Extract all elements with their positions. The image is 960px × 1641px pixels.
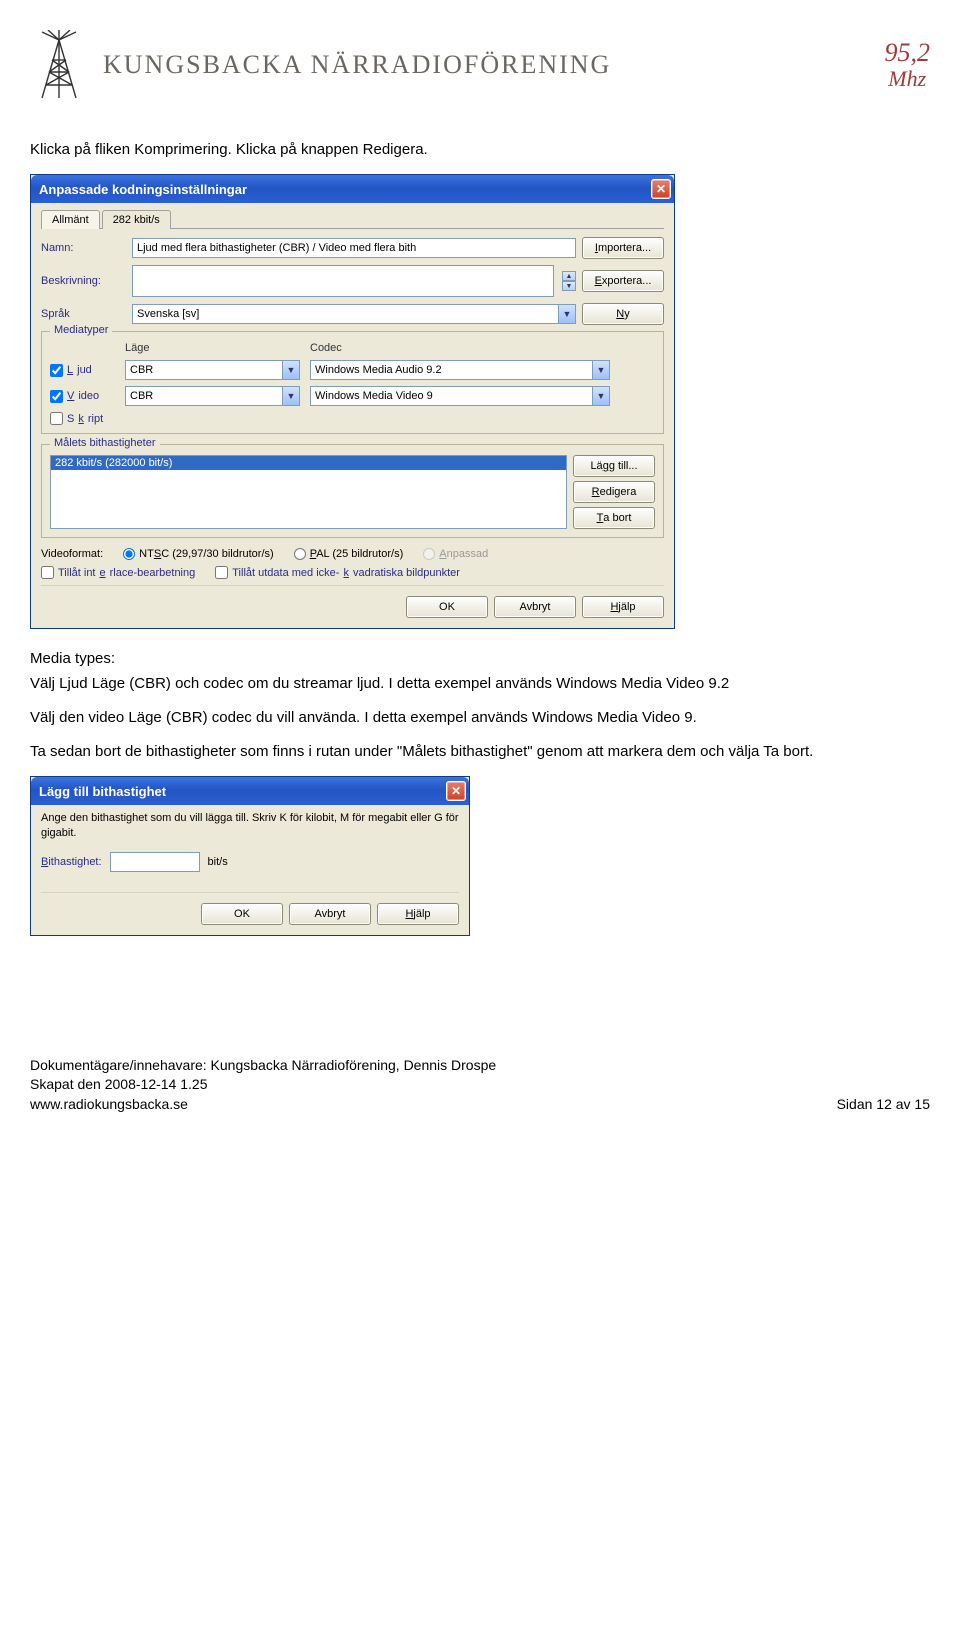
titlebar: Anpassade kodningsinställningar ✕ <box>31 175 674 203</box>
frequency: 95,2 Mhz <box>885 39 931 92</box>
cancel-button[interactable]: Avbryt <box>289 903 371 925</box>
audio-codec-select[interactable]: Windows Media Audio 9.2▼ <box>310 360 610 380</box>
body-text-remove: Ta sedan bort de bithastigheter som finn… <box>30 742 930 762</box>
body-text-video: Välj den video Läge (CBR) codec du vill … <box>30 708 930 728</box>
chevron-down-icon: ▼ <box>592 361 609 379</box>
bitrate-input[interactable] <box>110 852 200 872</box>
video-check[interactable]: Video <box>50 390 115 403</box>
language-select[interactable]: Svenska [sv] ▼ <box>132 304 576 324</box>
interlace-check[interactable]: Tillåt interlace-bearbetning <box>41 566 195 579</box>
help-button[interactable]: Hjälp <box>377 903 459 925</box>
script-check[interactable]: Skript <box>50 412 115 425</box>
cancel-button[interactable]: Avbryt <box>494 596 576 618</box>
tower-logo <box>30 30 88 100</box>
desc-scroll-icon[interactable]: ▲▼ <box>562 271 576 291</box>
lang-label: Språk <box>41 308 126 320</box>
mediatypes-fieldset: Mediatyper Läge Codec Ljud CBR▼ Windows … <box>41 331 664 434</box>
footer-page: Sidan 12 av 15 <box>837 1095 930 1115</box>
ok-button[interactable]: OK <box>201 903 283 925</box>
description-input[interactable] <box>132 265 554 297</box>
dialog-intro: Ange den bithastighet som du vill lägga … <box>41 811 459 840</box>
encoding-settings-dialog: Anpassade kodningsinställningar ✕ Allmän… <box>30 174 675 629</box>
bitrate-legend: Målets bithastigheter <box>50 437 160 449</box>
bitrate-label: Bithastighet: <box>41 856 102 868</box>
videoformat-label: Videoformat: <box>41 548 103 560</box>
intro-text-1: Klicka på fliken Komprimering. Klicka på… <box>30 140 930 160</box>
frequency-value: 95,2 <box>885 38 931 67</box>
bitrate-item[interactable]: 282 kbit/s (282000 bit/s) <box>51 456 566 470</box>
radio-pal[interactable]: PAL (25 bildrutor/s) <box>294 548 404 560</box>
audio-mode-select[interactable]: CBR▼ <box>125 360 300 380</box>
bitrate-listbox[interactable]: 282 kbit/s (282000 bit/s) <box>50 455 567 529</box>
chevron-down-icon: ▼ <box>282 361 299 379</box>
name-label: Namn: <box>41 242 126 254</box>
language-value: Svenska [sv] <box>137 308 199 320</box>
footer-created: Skapat den 2008-12-14 1.25 <box>30 1075 496 1095</box>
frequency-unit: Mhz <box>885 67 931 91</box>
bitrate-remove-button[interactable]: Ta bort <box>573 507 655 529</box>
tab-strip: Allmänt 282 kbit/s <box>41 209 664 229</box>
page-footer: Dokumentägare/innehavare: Kungsbacka När… <box>30 1056 930 1115</box>
export-button[interactable]: Exportera... <box>582 270 664 292</box>
bitrate-fieldset: Målets bithastigheter 282 kbit/s (282000… <box>41 444 664 538</box>
radio-ntsc[interactable]: NTSC (29,97/30 bildrutor/s) <box>123 548 274 560</box>
radio-custom: Anpassad <box>423 548 488 560</box>
add-bitrate-dialog: Lägg till bithastighet ✕ Ange den bithas… <box>30 776 470 936</box>
tab-bitrate[interactable]: 282 kbit/s <box>102 210 171 229</box>
video-mode-select[interactable]: CBR▼ <box>125 386 300 406</box>
video-codec-select[interactable]: Windows Media Video 9▼ <box>310 386 610 406</box>
chevron-down-icon: ▼ <box>282 387 299 405</box>
titlebar: Lägg till bithastighet ✕ <box>31 777 469 805</box>
col-codec: Codec <box>310 342 610 354</box>
import-button[interactable]: IImportera...mportera... <box>582 237 664 259</box>
mediatypes-legend: Mediatyper <box>50 324 112 336</box>
desc-label: Beskrivning: <box>41 275 126 287</box>
col-mode: Läge <box>125 342 300 354</box>
body-text-audio: Välj Ljud Läge (CBR) och codec om du str… <box>30 674 930 694</box>
close-button[interactable]: ✕ <box>446 781 466 801</box>
footer-owner: Dokumentägare/innehavare: Kungsbacka När… <box>30 1056 496 1076</box>
name-input[interactable] <box>132 238 576 258</box>
ok-button[interactable]: OK <box>406 596 488 618</box>
audio-check[interactable]: Ljud <box>50 364 115 377</box>
new-button[interactable]: Ny <box>582 303 664 325</box>
org-name: KUNGSBACKA NÄRRADIOFÖRENING <box>103 50 870 80</box>
bitrate-unit: bit/s <box>208 856 228 868</box>
chevron-down-icon: ▼ <box>592 387 609 405</box>
dialog-title: Anpassade kodningsinställningar <box>39 182 651 197</box>
chevron-down-icon: ▼ <box>558 305 575 323</box>
footer-url: www.radiokungsbacka.se <box>30 1095 496 1115</box>
close-button[interactable]: ✕ <box>651 179 671 199</box>
media-types-heading: Media types: <box>30 649 930 669</box>
page-header: KUNGSBACKA NÄRRADIOFÖRENING 95,2 Mhz <box>30 30 930 100</box>
nonsquare-check[interactable]: Tillåt utdata med icke-kvadratiska bildp… <box>215 566 460 579</box>
dialog-title: Lägg till bithastighet <box>39 784 446 799</box>
bitrate-edit-button[interactable]: Redigera <box>573 481 655 503</box>
help-button[interactable]: Hjälp <box>582 596 664 618</box>
tab-general[interactable]: Allmänt <box>41 210 100 229</box>
bitrate-add-button[interactable]: Lägg till... <box>573 455 655 477</box>
